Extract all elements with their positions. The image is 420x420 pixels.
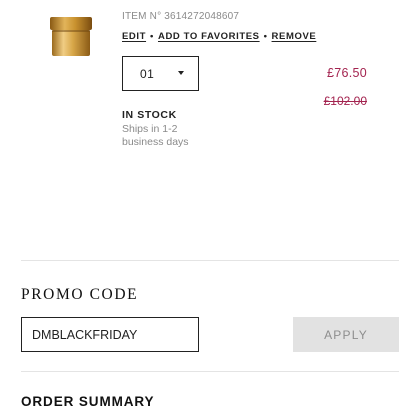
promo-code-title: PROMO CODE [21, 286, 139, 303]
item-number: ITEM N° 3614272048607 [122, 11, 240, 22]
shipping-note: Ships in 1-2 business days [122, 123, 189, 148]
product-image[interactable] [48, 14, 94, 58]
promo-code-input[interactable] [21, 317, 199, 352]
current-price: £76.50 [326, 66, 367, 80]
quantity-select[interactable]: 01 [122, 56, 199, 91]
apply-button[interactable]: APPLY [293, 317, 399, 352]
action-separator: • [263, 31, 268, 42]
quantity-value: 01 [140, 66, 155, 81]
cart-page: ITEM N° 3614272048607 EDIT • ADD TO FAVORI… [0, 0, 420, 420]
section-divider [21, 260, 399, 261]
section-divider [21, 371, 399, 372]
add-to-favorites-link[interactable]: ADD TO FAVORITES [158, 31, 260, 42]
item-actions: EDIT • ADD TO FAVORITES • REMOVE [122, 31, 316, 42]
remove-link[interactable]: REMOVE [272, 31, 317, 42]
chevron-down-icon [178, 71, 184, 75]
product-jar-icon [50, 17, 92, 56]
action-separator: • [150, 31, 154, 42]
original-price: £102.00 [323, 94, 367, 108]
order-summary-title: ORDER SUMMARY [21, 394, 155, 409]
stock-status: IN STOCK [122, 109, 177, 121]
edit-link[interactable]: EDIT [122, 31, 146, 42]
